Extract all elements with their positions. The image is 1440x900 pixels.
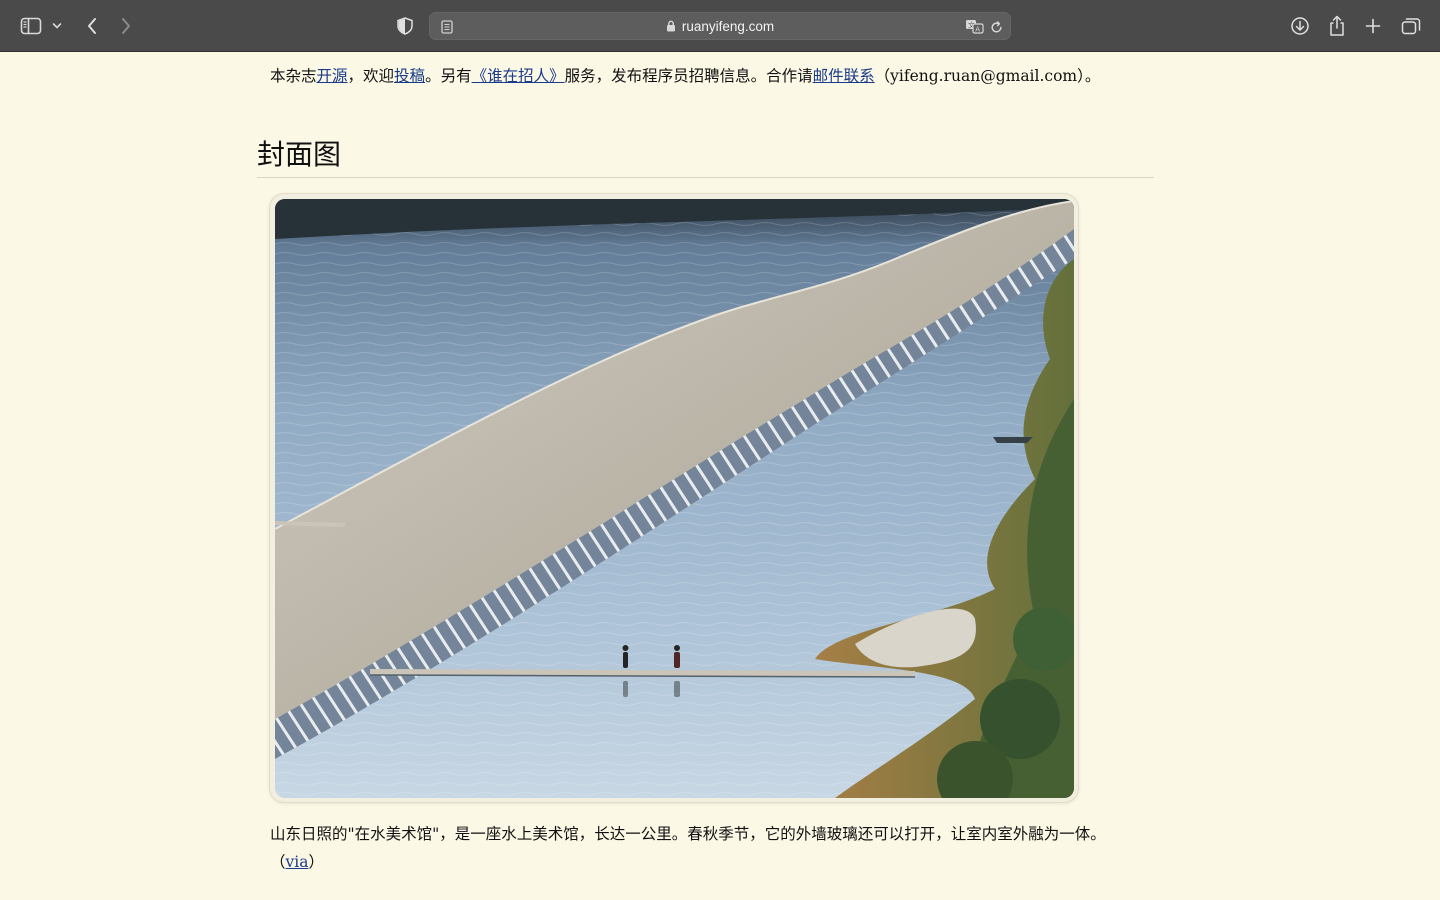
caption-text: ） <box>308 853 324 871</box>
chevron-down-icon[interactable] <box>44 12 70 40</box>
figure-caption: 山东日照的"在水美术馆"，是一座水上美术馆，长达一公里。春秋季节，它的外墙玻璃还… <box>270 820 1150 876</box>
address-bar[interactable]: ruanyifeng.com 文A <box>429 12 1011 40</box>
page-content: 本杂志开源，欢迎投稿。另有《谁在招人》服务，发布程序员招聘信息。合作请邮件联系（… <box>0 53 1440 900</box>
caption-text: 山东日照的"在水美术馆"，是一座水上美术馆，长达一公里。春秋季节，它的外墙玻璃还… <box>270 825 1106 843</box>
notice-text: 本杂志 <box>270 67 317 85</box>
browser-toolbar: ruanyifeng.com 文A <box>0 0 1440 52</box>
url-text: ruanyifeng.com <box>430 13 1010 39</box>
chevron-left-icon <box>88 18 96 34</box>
notice-text: （yifeng.ruan@gmail.com）。 <box>874 67 1101 85</box>
submit-link[interactable]: 投稿 <box>394 67 425 85</box>
email-contact-link[interactable]: 邮件联系 <box>813 67 875 85</box>
notice-text: ，欢迎 <box>347 67 395 85</box>
section-title: 封面图 <box>257 138 342 171</box>
svg-text:A: A <box>975 25 980 33</box>
sidebar-icon[interactable] <box>17 12 45 40</box>
back-button[interactable] <box>78 12 106 40</box>
lock-icon <box>666 20 676 32</box>
section-divider <box>257 177 1154 178</box>
shield-icon[interactable] <box>391 12 419 40</box>
notice-text: 。另有 <box>425 67 472 85</box>
via-link[interactable]: via <box>286 853 309 871</box>
notice-text: 服务，发布程序员招聘信息。合作请 <box>564 67 813 85</box>
download-icon[interactable] <box>1286 12 1314 40</box>
reload-icon[interactable] <box>985 16 1007 38</box>
forward-button[interactable] <box>112 12 140 40</box>
url-label: ruanyifeng.com <box>681 18 775 34</box>
tabs-icon[interactable] <box>1397 12 1425 40</box>
hiring-link[interactable]: 《谁在招人》 <box>472 67 565 85</box>
open-source-link[interactable]: 开源 <box>317 67 348 85</box>
plus-icon[interactable] <box>1359 12 1387 40</box>
caption-text: （ <box>270 853 286 871</box>
cover-image <box>275 199 1074 798</box>
translate-icon[interactable]: 文A <box>964 16 986 38</box>
share-icon[interactable] <box>1323 12 1351 40</box>
chevron-right-icon <box>122 18 130 34</box>
magazine-notice: 本杂志开源，欢迎投稿。另有《谁在招人》服务，发布程序员招聘信息。合作请邮件联系（… <box>270 63 1170 89</box>
